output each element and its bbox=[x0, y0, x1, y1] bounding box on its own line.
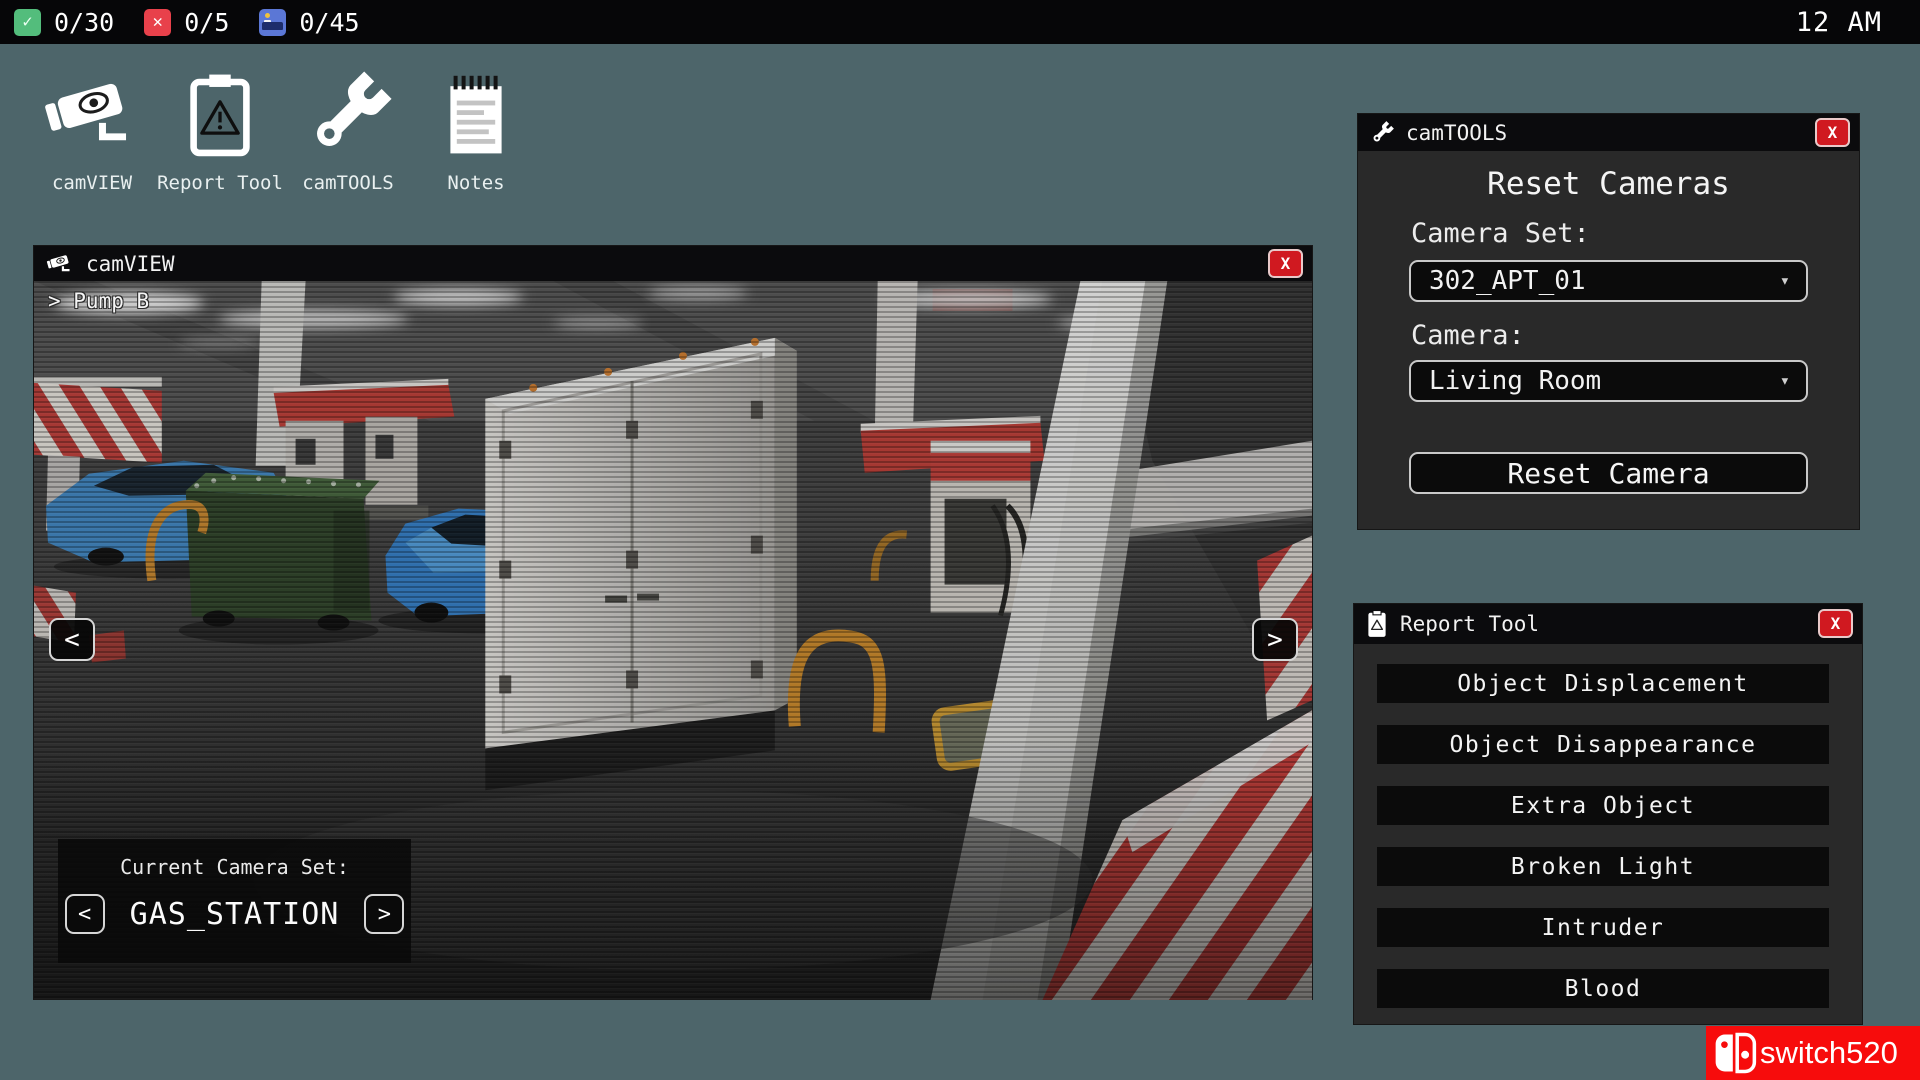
camera-set-dropdown-value: 302_APT_01 bbox=[1429, 266, 1586, 296]
x-icon: ✕ bbox=[144, 9, 171, 36]
bed-icon bbox=[259, 9, 286, 36]
desktop-icon-label: Report Tool bbox=[157, 172, 283, 194]
prev-camera-button[interactable]: < bbox=[49, 618, 95, 661]
wrench-icon bbox=[304, 62, 392, 168]
camview-window-title: camVIEW bbox=[86, 252, 175, 276]
top-status-bar: ✓ 0/30 ✕ 0/5 0/45 12 AM bbox=[0, 0, 1920, 44]
camera-set-label: Camera Set: bbox=[1411, 218, 1590, 249]
security-camera-icon bbox=[46, 253, 74, 275]
report-tool-close-button[interactable]: X bbox=[1818, 609, 1853, 638]
failed-report-count: 0/5 bbox=[184, 8, 229, 37]
watermark: switch520 bbox=[1706, 1026, 1920, 1080]
camera-set-panel: Current Camera Set: < GAS_STATION > bbox=[58, 839, 411, 963]
desktop-icon-report-tool[interactable]: Report Tool bbox=[156, 62, 284, 194]
desktop-icon-label: camVIEW bbox=[52, 172, 132, 194]
desktop-icon-label: camTOOLS bbox=[302, 172, 394, 194]
chevron-down-icon: ▾ bbox=[1780, 371, 1790, 391]
camview-window: camVIEW X bbox=[33, 245, 1313, 1000]
camera-label: Camera: bbox=[1411, 320, 1525, 351]
clipboard-warning-icon bbox=[187, 62, 253, 168]
chevron-down-icon: ▾ bbox=[1780, 271, 1790, 291]
desktop-icon-camview[interactable]: camVIEW bbox=[28, 62, 156, 194]
report-button-object-displacement[interactable]: Object Displacement bbox=[1377, 664, 1829, 703]
counters: ✓ 0/30 ✕ 0/5 0/45 bbox=[14, 8, 360, 37]
camview-titlebar: camVIEW X bbox=[34, 246, 1312, 281]
next-camera-button[interactable]: > bbox=[1252, 618, 1298, 661]
report-tool-titlebar: Report Tool X bbox=[1354, 604, 1862, 644]
report-button-extra-object[interactable]: Extra Object bbox=[1377, 786, 1829, 825]
check-icon: ✓ bbox=[14, 9, 41, 36]
desktop-icon-label: Notes bbox=[447, 172, 504, 194]
reset-cameras-heading: Reset Cameras bbox=[1358, 166, 1859, 202]
nintendo-switch-logo-icon bbox=[1713, 1032, 1757, 1074]
failed-report-counter: ✕ 0/5 bbox=[144, 8, 229, 37]
clipboard-icon bbox=[1366, 610, 1388, 638]
bed-dot bbox=[265, 13, 270, 18]
report-button-intruder[interactable]: Intruder bbox=[1377, 908, 1829, 947]
reset-camera-button[interactable]: Reset Camera bbox=[1409, 452, 1808, 494]
report-tool-window: Report Tool X Object Displacement Object… bbox=[1353, 603, 1863, 1025]
report-button-broken-light[interactable]: Broken Light bbox=[1377, 847, 1829, 886]
bed-body bbox=[262, 22, 283, 30]
desktop-icons: camVIEW Report Tool camTO bbox=[28, 62, 540, 194]
camera-set-value: GAS_STATION bbox=[130, 897, 340, 932]
desktop-icon-notes[interactable]: Notes bbox=[412, 62, 540, 194]
desktop-icon-camtools[interactable]: camTOOLS bbox=[284, 62, 412, 194]
camtools-titlebar: camTOOLS X bbox=[1358, 114, 1859, 151]
report-button-blood[interactable]: Blood bbox=[1377, 969, 1829, 1008]
watermark-text: switch520 bbox=[1760, 1035, 1898, 1071]
clock: 12 AM bbox=[1796, 7, 1882, 38]
anomaly-fixed-counter: ✓ 0/30 bbox=[14, 8, 114, 37]
wrench-icon bbox=[1370, 121, 1394, 145]
camera-feed: > Pump B < > Current Camera Set: < GAS_S… bbox=[34, 281, 1312, 1000]
next-camera-set-button[interactable]: > bbox=[364, 894, 404, 934]
prev-camera-set-button[interactable]: < bbox=[65, 894, 105, 934]
camtools-close-button[interactable]: X bbox=[1815, 118, 1850, 147]
camtools-window-title: camTOOLS bbox=[1406, 121, 1507, 145]
night-progress-count: 0/45 bbox=[299, 8, 359, 37]
notepad-icon bbox=[444, 62, 508, 168]
camtools-window: camTOOLS X Reset Cameras Camera Set: 302… bbox=[1357, 113, 1860, 530]
camera-dropdown-value: Living Room bbox=[1429, 366, 1601, 396]
anomaly-fixed-count: 0/30 bbox=[54, 8, 114, 37]
report-button-object-disappearance[interactable]: Object Disappearance bbox=[1377, 725, 1829, 764]
camview-close-button[interactable]: X bbox=[1268, 249, 1303, 278]
camera-dropdown[interactable]: Living Room ▾ bbox=[1409, 360, 1808, 402]
security-camera-icon bbox=[44, 62, 140, 168]
night-progress-counter: 0/45 bbox=[259, 8, 359, 37]
camera-name-label: > Pump B bbox=[48, 289, 149, 313]
camera-set-dropdown[interactable]: 302_APT_01 ▾ bbox=[1409, 260, 1808, 302]
camera-set-panel-label: Current Camera Set: bbox=[120, 855, 349, 879]
report-tool-window-title: Report Tool bbox=[1400, 612, 1539, 636]
